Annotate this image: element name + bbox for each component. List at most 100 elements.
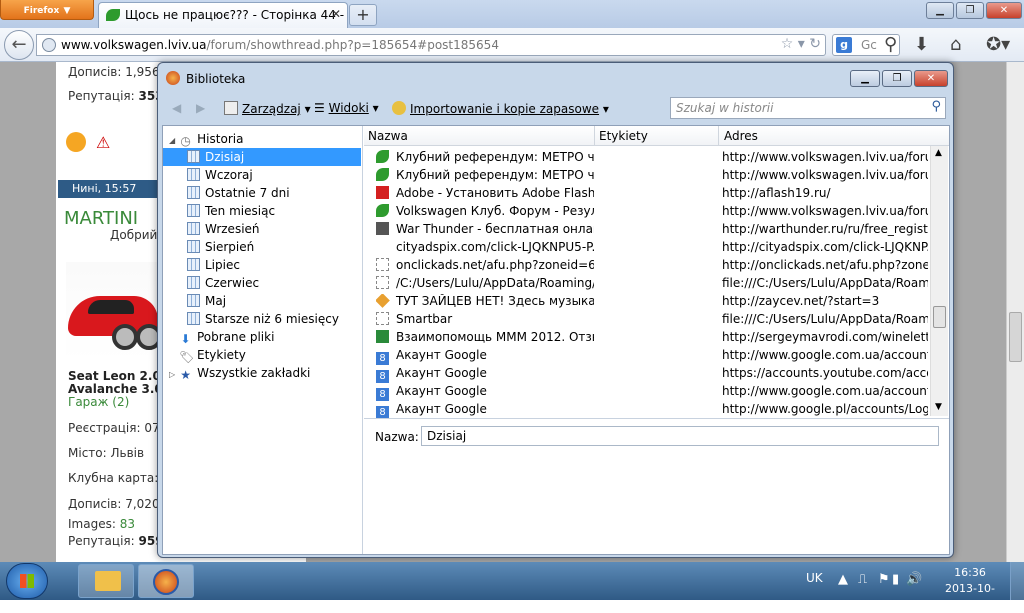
clock-date: 2013-10-22 xyxy=(945,582,995,611)
table-row[interactable]: 8 Акаунт Google http://www.google.pl/accou… xyxy=(364,400,930,419)
tree-item-4[interactable]: Ten miesiąc xyxy=(163,202,361,220)
language-indicator[interactable]: UK xyxy=(806,571,823,585)
google-icon[interactable]: g xyxy=(836,37,852,53)
tree-item-0[interactable]: ◢ ◷ Historia xyxy=(163,130,361,148)
calendar-icon xyxy=(187,204,200,217)
back-arrow-icon[interactable]: ◀ xyxy=(172,101,181,115)
page-scrollbar-thumb[interactable] xyxy=(1009,312,1022,362)
history-dropdown-icon[interactable]: ▾ xyxy=(798,36,805,52)
tree-item-9[interactable]: Maj xyxy=(163,292,361,310)
table-row[interactable]: ТУТ ЗАЙЦЕВ НЕТ! Здесь музыка в... http://… xyxy=(364,292,930,310)
home-icon[interactable]: ⌂ xyxy=(950,34,961,55)
calendar-icon xyxy=(187,222,200,235)
warning-icon[interactable]: ⚠ xyxy=(96,133,110,152)
page-scrollbar[interactable] xyxy=(1006,62,1024,562)
network-icon[interactable]: ▮ xyxy=(892,572,899,587)
history-list: Nazwa Etykiety Adres Клубний референдум:… xyxy=(364,126,949,419)
dialog-maximize-button[interactable]: ❐ xyxy=(882,70,912,87)
show-hidden-icons-icon[interactable]: ▲ xyxy=(838,572,848,587)
sun-emoji-icon xyxy=(66,132,86,152)
table-row[interactable]: /C:/Users/Lulu/AppData/Roaming/... file:/… xyxy=(364,274,930,292)
browser-tab[interactable]: Щось не працює??? - Сторінка 44 - Vol...… xyxy=(98,2,348,28)
table-row[interactable]: 8 Акаунт Google https://accounts.youtube.c… xyxy=(364,364,930,383)
calendar-icon xyxy=(187,312,200,325)
tree-item-13[interactable]: ▷ ★ Wszystkie zakładki xyxy=(163,364,361,382)
download-icon[interactable]: ⬇ xyxy=(914,34,929,55)
action-center-flag-icon[interactable]: ⚑ xyxy=(878,572,890,587)
list-scrollbar-thumb[interactable] xyxy=(933,306,946,328)
clock-time: 16:36 xyxy=(954,566,986,579)
row-name: Adobe - Установить Adobe Flash P... xyxy=(396,186,594,200)
url-bar[interactable]: www.volkswagen.lviv.ua/forum/showthread.… xyxy=(36,34,826,56)
garage-link[interactable]: Гараж (2) xyxy=(68,395,129,409)
column-header-address[interactable]: Adres xyxy=(724,129,758,143)
table-row[interactable]: Клубний референдум: МЕТРО чи ... http://w… xyxy=(364,166,930,184)
show-desktop-button[interactable] xyxy=(1010,562,1024,600)
column-header-tags[interactable]: Etykiety xyxy=(599,129,648,143)
tree-item-11[interactable]: ⬇ Pobrane pliki xyxy=(163,328,361,346)
table-row[interactable]: onclickads.net/afu.php?zoneid=68... http:… xyxy=(364,256,930,274)
table-row[interactable]: War Thunder - бесплатная онлайн... http:/… xyxy=(364,220,930,238)
images-value[interactable]: 83 xyxy=(120,517,135,531)
history-search-input[interactable]: Szukaj w historii ⚲ xyxy=(670,97,946,119)
minimize-button[interactable]: ▁ xyxy=(926,2,954,19)
taskbar-explorer[interactable] xyxy=(78,564,134,598)
table-row[interactable]: 8 Акаунт Google http://www.google.com.ua/a… xyxy=(364,346,930,365)
windows-taskbar: UK ▲ ⎍ ⚑ ▮ 🔊 16:36 2013-10-22 xyxy=(0,562,1024,611)
table-row[interactable]: cityadspix.com/click-LJQKNPU5-P... http:/… xyxy=(364,238,930,256)
firefox-menu-button[interactable]: Firefox ▼ xyxy=(0,0,94,20)
volume-icon[interactable]: 🔊 xyxy=(906,572,922,587)
table-row[interactable]: 8 Акаунт Google http://www.google.com.ua/a… xyxy=(364,382,930,401)
table-row[interactable]: Volkswagen Клуб. Форум - Резуль... http:/… xyxy=(364,202,930,220)
tree-item-label: Starsze niż 6 miesięcy xyxy=(205,312,339,326)
clock[interactable]: 16:36 2013-10-22 xyxy=(940,565,1000,613)
tree-item-3[interactable]: Ostatnie 7 dni xyxy=(163,184,361,202)
close-tab-icon[interactable]: ✕ xyxy=(331,7,341,21)
search-go-icon[interactable]: ⚲ xyxy=(884,34,897,55)
dialog-minimize-button[interactable]: ▁ xyxy=(850,70,880,87)
dialog-close-button[interactable]: ✕ xyxy=(914,70,948,87)
scroll-down-icon[interactable]: ▼ xyxy=(935,402,942,412)
new-tab-button[interactable]: + xyxy=(349,4,377,26)
tree-item-5[interactable]: Wrzesień xyxy=(163,220,361,238)
scroll-up-icon[interactable]: ▲ xyxy=(935,148,942,158)
tree-item-10[interactable]: Starsze niż 6 miesięcy xyxy=(163,310,361,328)
start-button[interactable] xyxy=(6,563,48,599)
post-username[interactable]: MARTINI xyxy=(64,208,138,229)
table-row[interactable]: Adobe - Установить Adobe Flash P... http:… xyxy=(364,184,930,202)
tree-item-2[interactable]: Wczoraj xyxy=(163,166,361,184)
column-header-row: Nazwa Etykiety Adres xyxy=(364,126,949,146)
bookmark-star-icon[interactable]: ☆ xyxy=(781,36,794,52)
tree-item-7[interactable]: Lipiec xyxy=(163,256,361,274)
forward-arrow-icon[interactable]: ▶ xyxy=(196,101,205,115)
views-menu[interactable]: ☰ Widoki ▾ xyxy=(314,101,379,115)
reload-icon[interactable]: ↻ xyxy=(809,36,821,52)
expand-arrow-icon[interactable]: ▷ xyxy=(169,370,175,379)
details-name-field[interactable]: Dzisiaj xyxy=(421,426,939,446)
row-name: Клубний референдум: МЕТРО чи ... xyxy=(396,150,594,164)
table-row[interactable]: Взаимопомощь МММ 2012. Отзы... http://ser… xyxy=(364,328,930,346)
maximize-button[interactable]: ❐ xyxy=(956,2,984,19)
taskbar-firefox[interactable] xyxy=(138,564,194,598)
import-star-icon xyxy=(392,101,406,115)
table-row[interactable]: Smartbar file:///C:/Users/Lulu/AppData/Ro… xyxy=(364,310,930,328)
tree-item-1[interactable]: Dzisiaj xyxy=(163,148,361,166)
usb-device-icon[interactable]: ⎍ xyxy=(858,572,867,587)
organize-menu[interactable]: Zarządzaj ▾ xyxy=(224,101,311,116)
list-scrollbar[interactable]: ▲ ▼ xyxy=(930,146,948,416)
column-header-name[interactable]: Nazwa xyxy=(368,129,408,143)
close-window-button[interactable]: ✕ xyxy=(986,2,1022,19)
tree-item-12[interactable]: 🏷 Etykiety xyxy=(163,346,361,364)
details-pane: Nazwa: Dzisiaj xyxy=(364,418,949,554)
table-row[interactable]: Клубний референдум: МЕТРО чи ... http://w… xyxy=(364,148,930,166)
none-favicon-icon xyxy=(376,240,389,253)
collapse-arrow-icon[interactable]: ◢ xyxy=(169,136,175,145)
views-icon: ☰ xyxy=(314,101,325,115)
tree-item-6[interactable]: Sierpień xyxy=(163,238,361,256)
row-address: http://sergeymavrodi.com/wineletter... xyxy=(722,330,928,344)
bookmarks-menu-icon[interactable]: ✪▾ xyxy=(986,34,1010,55)
post-date: Нині, 15:57 xyxy=(72,182,137,195)
back-button[interactable]: ← xyxy=(4,30,34,60)
import-backup-menu[interactable]: Importowanie i kopie zapasowe ▾ xyxy=(392,101,609,116)
tree-item-8[interactable]: Czerwiec xyxy=(163,274,361,292)
